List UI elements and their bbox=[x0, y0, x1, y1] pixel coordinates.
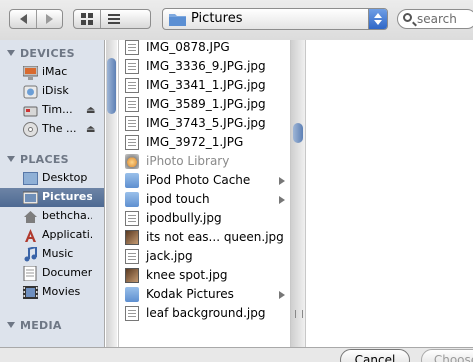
file-row[interactable]: IMG_3589_1.JPG.jpg bbox=[119, 95, 290, 114]
iphoto-library-icon bbox=[125, 154, 139, 169]
documents-icon bbox=[22, 266, 38, 281]
document-icon bbox=[125, 135, 139, 150]
forward-arrow-icon bbox=[46, 14, 53, 24]
search-input[interactable] bbox=[417, 11, 473, 27]
sidebar: DEVICES iMac iDisk Tim... ⏏ The ... ⏏ PL… bbox=[0, 40, 105, 347]
file-row[interactable]: IMG_3972_1.JPG bbox=[119, 133, 290, 152]
folder-icon bbox=[125, 192, 139, 207]
photo-thumbnail-icon bbox=[125, 268, 139, 283]
sidebar-item-idisk[interactable]: iDisk bbox=[0, 82, 104, 101]
search-icon bbox=[403, 13, 412, 22]
forward-button[interactable] bbox=[36, 10, 62, 28]
back-button[interactable] bbox=[10, 10, 36, 28]
sidebar-item-home[interactable]: bethcha... bbox=[0, 207, 104, 226]
file-row[interactable]: jack.jpg bbox=[119, 247, 290, 266]
sidebar-section-media[interactable]: MEDIA bbox=[0, 318, 104, 334]
file-row[interactable]: its not eas... queen.jpg bbox=[119, 228, 290, 247]
scrollbar-thumb[interactable] bbox=[293, 123, 303, 143]
file-row[interactable]: leaf background.jpg bbox=[119, 304, 290, 323]
sidebar-item-desktop[interactable]: Desktop bbox=[0, 169, 104, 188]
idisk-icon bbox=[22, 84, 38, 99]
folder-icon bbox=[169, 14, 186, 26]
document-icon bbox=[125, 97, 139, 112]
document-icon bbox=[125, 116, 139, 131]
file-row[interactable]: IMG_0878.JPG bbox=[119, 40, 290, 57]
column-view-button[interactable] bbox=[74, 28, 100, 29]
cancel-button[interactable]: Cancel bbox=[340, 349, 410, 362]
music-icon bbox=[22, 247, 38, 262]
button-bar: Cancel Choose bbox=[0, 347, 473, 362]
pictures-icon bbox=[22, 190, 38, 205]
file-row[interactable]: ipodbully.jpg bbox=[119, 209, 290, 228]
icon-view-icon bbox=[81, 13, 93, 25]
icon-view-button[interactable] bbox=[74, 10, 100, 28]
sidebar-item-movies[interactable]: Movies bbox=[0, 283, 104, 302]
sidebar-item-tim[interactable]: Tim... ⏏ bbox=[0, 101, 104, 120]
column-scrollbar[interactable] bbox=[106, 40, 117, 347]
file-row[interactable]: IMG_3743_5.JPG.jpg bbox=[119, 114, 290, 133]
sidebar-item-documents[interactable]: Documents bbox=[0, 264, 104, 283]
list-view-icon bbox=[107, 13, 120, 24]
choose-button[interactable]: Choose bbox=[421, 349, 473, 362]
file-row[interactable]: knee spot.jpg bbox=[119, 266, 290, 285]
search-field[interactable] bbox=[397, 9, 473, 29]
sidebar-item-pictures[interactable]: Pictures bbox=[0, 188, 104, 207]
browser-column-pictures: IMG_0878.JPG IMG_3336_9.JPG.jpg IMG_3341… bbox=[119, 40, 291, 347]
back-forward-control bbox=[9, 9, 63, 29]
imac-icon bbox=[22, 65, 38, 80]
disclosure-triangle-icon bbox=[7, 50, 15, 56]
movies-icon bbox=[22, 285, 38, 300]
scrollbar-thumb[interactable] bbox=[107, 58, 116, 114]
disclosure-arrow-icon bbox=[279, 196, 285, 204]
desktop-icon bbox=[22, 171, 38, 186]
sidebar-item-imac[interactable]: iMac bbox=[0, 63, 104, 82]
applications-icon bbox=[22, 228, 38, 243]
eject-icon[interactable]: ⏏ bbox=[86, 105, 95, 116]
eject-icon[interactable]: ⏏ bbox=[86, 124, 95, 135]
browser-column-empty bbox=[306, 40, 473, 347]
column-resize-handle[interactable] bbox=[295, 310, 303, 318]
location-label: Pictures bbox=[191, 11, 243, 26]
toolbar: Pictures bbox=[0, 0, 473, 40]
sidebar-item-music[interactable]: Music bbox=[0, 245, 104, 264]
sidebar-section-devices[interactable]: DEVICES bbox=[0, 46, 104, 62]
home-icon bbox=[22, 209, 38, 224]
folder-row[interactable]: ipod touch bbox=[119, 190, 290, 209]
sidebar-section-places[interactable]: PLACES bbox=[0, 152, 104, 168]
back-arrow-icon bbox=[19, 14, 27, 24]
document-icon bbox=[125, 59, 139, 74]
file-row[interactable]: IMG_3341_1.JPG.jpg bbox=[119, 76, 290, 95]
folder-icon bbox=[125, 173, 139, 188]
folder-row[interactable]: Kodak Pictures bbox=[119, 285, 290, 304]
disclosure-arrow-icon bbox=[279, 291, 285, 299]
disclosure-triangle-icon bbox=[7, 322, 15, 328]
column-scrollbar[interactable] bbox=[291, 40, 306, 347]
document-icon bbox=[125, 40, 139, 55]
document-icon bbox=[125, 211, 139, 226]
location-popup[interactable]: Pictures bbox=[162, 8, 388, 30]
folder-icon bbox=[125, 287, 139, 302]
view-mode-control bbox=[73, 9, 151, 29]
file-row[interactable]: IMG_3336_9.JPG.jpg bbox=[119, 57, 290, 76]
sidebar-item-applications[interactable]: Applicati... bbox=[0, 226, 104, 245]
file-row[interactable]: iPhoto Library bbox=[119, 152, 290, 171]
cd-icon bbox=[22, 122, 38, 137]
disk-icon bbox=[22, 103, 38, 118]
photo-thumbnail-icon bbox=[125, 230, 139, 245]
list-view-button[interactable] bbox=[100, 10, 126, 28]
disclosure-triangle-icon bbox=[7, 156, 15, 162]
popup-arrows-icon bbox=[368, 9, 387, 29]
document-icon bbox=[125, 78, 139, 93]
document-icon bbox=[125, 249, 139, 264]
document-icon bbox=[125, 306, 139, 321]
folder-row[interactable]: iPod Photo Cache bbox=[119, 171, 290, 190]
sidebar-item-the[interactable]: The ... ⏏ bbox=[0, 120, 104, 139]
disclosure-arrow-icon bbox=[279, 177, 285, 185]
